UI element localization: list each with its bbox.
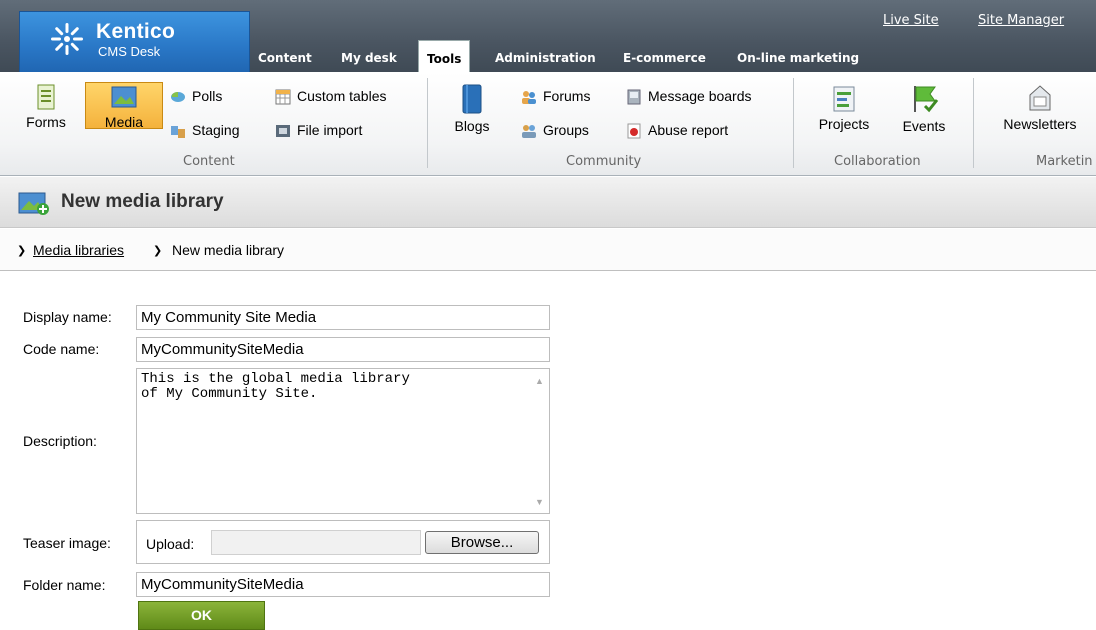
projects-button[interactable]: Projects bbox=[810, 84, 878, 132]
forms-icon bbox=[37, 84, 55, 110]
forums-label: Forums bbox=[543, 88, 591, 104]
forums-button[interactable]: Forums bbox=[521, 88, 590, 105]
newsletters-icon bbox=[1029, 85, 1051, 111]
polls-button[interactable]: Polls bbox=[170, 88, 222, 105]
forums-icon bbox=[522, 91, 536, 105]
blogs-icon bbox=[462, 84, 482, 114]
browse-button[interactable]: Browse... bbox=[425, 531, 539, 554]
tab-online-marketing[interactable]: On-line marketing bbox=[737, 51, 859, 65]
description-textarea[interactable]: This is the global media library of My C… bbox=[136, 368, 550, 514]
file-import-icon bbox=[276, 125, 290, 138]
media-label: Media bbox=[104, 114, 144, 130]
custom-tables-label: Custom tables bbox=[297, 88, 387, 104]
folder-name-label: Folder name: bbox=[23, 577, 106, 593]
forms-label: Forms bbox=[26, 114, 66, 130]
media-button[interactable]: Media bbox=[92, 84, 156, 130]
groups-label: Groups bbox=[543, 122, 589, 138]
ribbon-divider bbox=[427, 78, 428, 168]
folder-name-field[interactable]: MyCommunitySiteMedia bbox=[136, 572, 550, 597]
code-name-label: Code name: bbox=[23, 341, 100, 357]
projects-icon bbox=[833, 86, 855, 112]
tab-content[interactable]: Content bbox=[258, 51, 312, 65]
brand-name: Kentico bbox=[96, 20, 176, 43]
kentico-logo-icon bbox=[51, 23, 83, 55]
scroll-down-icon[interactable]: ▼ bbox=[535, 497, 544, 507]
top-header: Kentico CMS Desk Live Site Site Manager … bbox=[0, 0, 1096, 76]
message-boards-button[interactable]: Message boards bbox=[626, 88, 752, 105]
custom-tables-button[interactable]: Custom tables bbox=[275, 88, 386, 105]
tab-my-desk[interactable]: My desk bbox=[341, 51, 397, 65]
code-name-field[interactable]: MyCommunitySiteMedia bbox=[136, 337, 550, 362]
events-icon bbox=[914, 86, 939, 113]
abuse-report-button[interactable]: Abuse report bbox=[626, 122, 728, 139]
site-manager-link[interactable]: Site Manager bbox=[978, 13, 1064, 28]
blogs-label: Blogs bbox=[454, 118, 490, 134]
projects-label: Projects bbox=[818, 116, 870, 132]
media-icon bbox=[111, 86, 137, 108]
product-name: CMS Desk bbox=[98, 44, 161, 59]
display-name-field[interactable]: My Community Site Media bbox=[136, 305, 550, 330]
file-import-button[interactable]: File import bbox=[275, 122, 362, 139]
media-library-icon bbox=[18, 192, 49, 215]
content-group-label: Content bbox=[183, 154, 235, 169]
upload-label: Upload: bbox=[146, 536, 195, 552]
staging-icon bbox=[171, 126, 185, 139]
collaboration-group-label: Collaboration bbox=[834, 154, 921, 169]
description-label: Description: bbox=[23, 433, 97, 449]
newsletters-button[interactable]: Newsletters bbox=[992, 84, 1088, 132]
polls-icon bbox=[171, 92, 185, 103]
ribbon-divider bbox=[793, 78, 794, 168]
teaser-image-label: Teaser image: bbox=[23, 535, 111, 551]
breadcrumb-current: New media library bbox=[172, 242, 285, 258]
custom-tables-icon bbox=[275, 89, 291, 105]
message-boards-label: Message boards bbox=[648, 88, 752, 104]
abuse-report-label: Abuse report bbox=[648, 122, 729, 138]
kentico-logo[interactable]: Kentico CMS Desk bbox=[19, 11, 250, 76]
chevron-right-icon: ❯ bbox=[153, 245, 163, 257]
events-button[interactable]: Events bbox=[892, 84, 956, 134]
ok-button[interactable]: OK bbox=[138, 601, 265, 630]
tab-tools[interactable]: Tools bbox=[418, 40, 471, 72]
polls-label: Polls bbox=[192, 88, 223, 104]
breadcrumb-media-libraries-link[interactable]: Media libraries bbox=[33, 242, 124, 258]
display-name-label: Display name: bbox=[23, 309, 112, 325]
file-import-label: File import bbox=[297, 122, 363, 138]
message-boards-icon bbox=[627, 89, 641, 105]
forms-button[interactable]: Forms bbox=[20, 84, 72, 130]
events-label: Events bbox=[902, 118, 946, 134]
groups-button[interactable]: Groups bbox=[521, 122, 589, 139]
community-group-label: Community bbox=[566, 154, 642, 169]
marketing-group-label: Marketin bbox=[1036, 154, 1093, 169]
page-title-bar: New media library bbox=[0, 177, 1096, 228]
abuse-report-icon bbox=[627, 123, 641, 139]
page-title: New media library bbox=[61, 191, 224, 212]
groups-icon bbox=[522, 125, 536, 139]
newsletters-label: Newsletters bbox=[1003, 116, 1077, 132]
breadcrumb: ❯ Media libraries ❯ New media library bbox=[0, 229, 1096, 271]
tab-e-commerce[interactable]: E-commerce bbox=[623, 51, 706, 65]
staging-label: Staging bbox=[192, 122, 240, 138]
blogs-button[interactable]: Blogs bbox=[446, 84, 498, 134]
chevron-right-icon: ❯ bbox=[17, 245, 27, 257]
scroll-up-icon[interactable]: ▲ bbox=[535, 376, 544, 386]
live-site-link[interactable]: Live Site bbox=[883, 13, 939, 28]
tab-administration[interactable]: Administration bbox=[495, 51, 596, 65]
ribbon-divider bbox=[973, 78, 974, 168]
staging-button[interactable]: Staging bbox=[170, 122, 239, 139]
upload-file-input[interactable] bbox=[211, 530, 421, 555]
tools-ribbon: Forms Media Polls Staging Custom tables … bbox=[0, 72, 1096, 176]
